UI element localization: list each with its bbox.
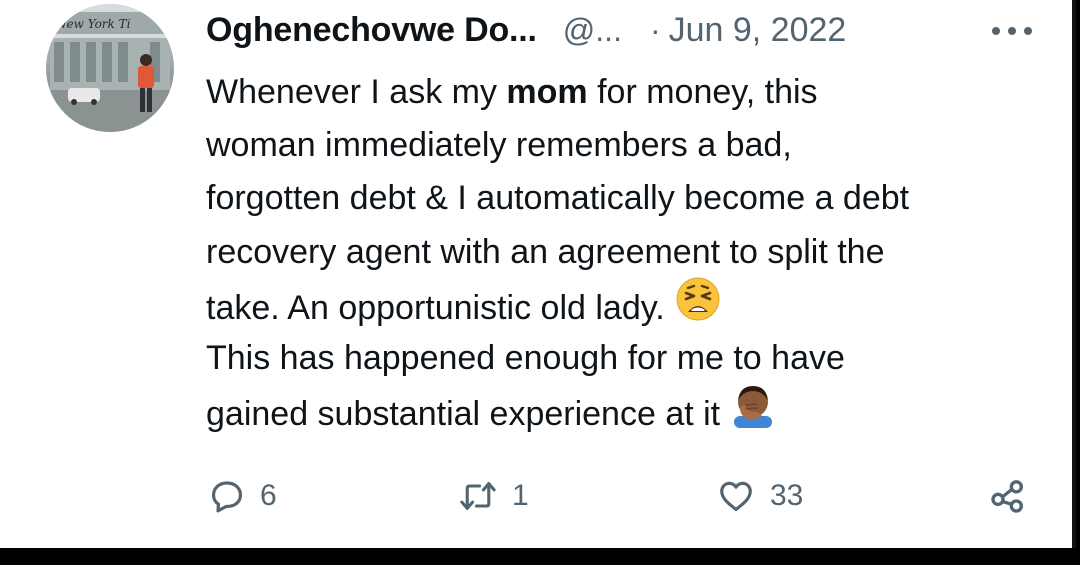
author-handle[interactable]: @... (563, 12, 622, 49)
reply-button[interactable]: 6 (208, 470, 277, 522)
retweet-count: 1 (512, 479, 529, 512)
tweet-line: woman immediately remembers a bad, (206, 126, 792, 165)
weary-face-emoji (675, 276, 721, 338)
retweet-button[interactable]: 1 (458, 470, 529, 522)
avatar-photo: New York Ti (46, 4, 174, 132)
tweet-header: Oghenechovwe Do... @... · Jun 9, 2022 (206, 8, 846, 52)
facepalm-emoji (730, 382, 776, 444)
tweet-line: recovery agent with an agreement to spli… (206, 232, 885, 271)
like-button[interactable]: 33 (716, 470, 803, 522)
tweet-card: New York Ti Oghenechovwe Do... @... · Ju… (0, 0, 1076, 548)
tweet-text: Whenever I ask my mom for money, this wo… (206, 66, 1046, 438)
reply-icon (208, 477, 246, 515)
tweet-line: Whenever I ask my mom for money, this (206, 73, 818, 111)
like-count: 33 (770, 479, 804, 512)
share-button[interactable] (988, 470, 1028, 522)
screen-edge (1072, 0, 1076, 548)
bold-word: mom (506, 73, 588, 111)
retweet-icon (458, 477, 498, 515)
tweet-line: This has happened enough for me to have (206, 338, 845, 377)
separator-dot: · (649, 11, 661, 48)
more-options-icon[interactable] (992, 26, 1032, 36)
action-bar: 6 1 33 (0, 470, 1076, 522)
heart-icon (716, 477, 756, 515)
author-name[interactable]: Oghenechovwe Do... (206, 11, 537, 50)
avatar[interactable]: New York Ti (46, 4, 174, 132)
tweet-line: take. An opportunistic old lady. (206, 277, 1046, 332)
tweet-date[interactable]: Jun 9, 2022 (669, 11, 847, 50)
avatar-sign: New York Ti (55, 17, 131, 31)
tweet-line: gained substantial experience at it (206, 385, 1046, 438)
reply-count: 6 (260, 479, 277, 512)
tweet-line: forgotten debt & I automatically become … (206, 179, 910, 218)
share-icon (988, 476, 1028, 516)
